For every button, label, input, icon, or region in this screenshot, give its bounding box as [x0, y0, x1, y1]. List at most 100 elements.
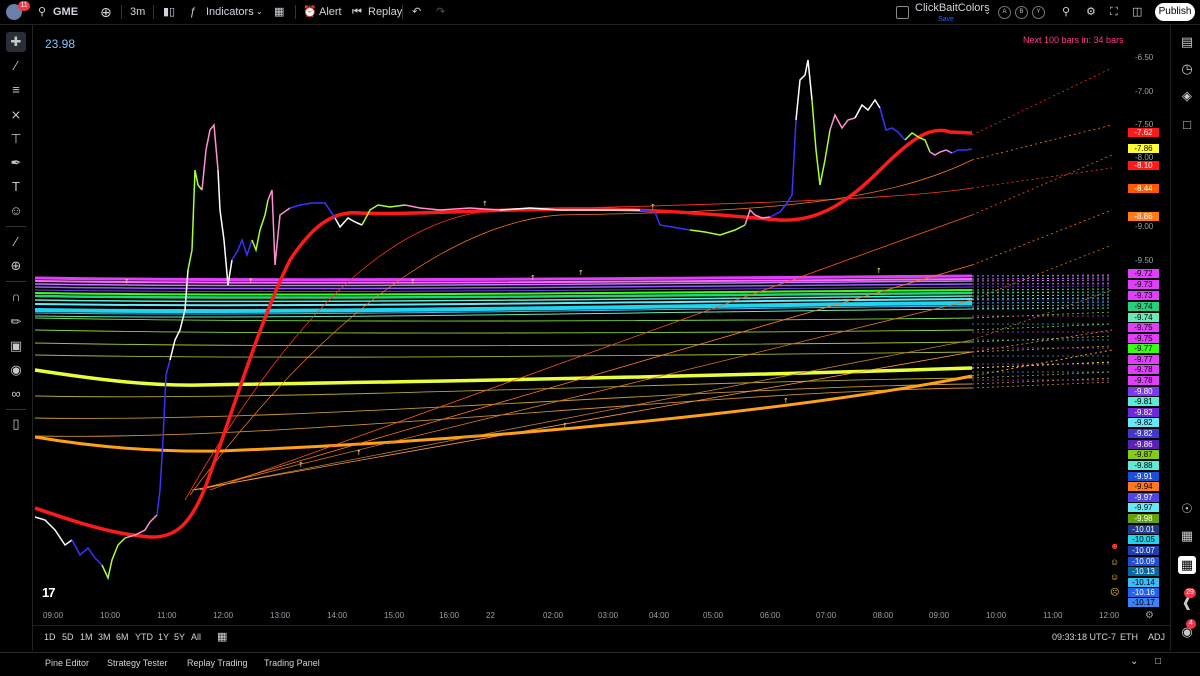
- ribbon-ma-line: [34, 341, 973, 347]
- layout-checkbox[interactable]: [896, 6, 909, 19]
- text-icon[interactable]: T: [6, 177, 26, 197]
- lock-drawing-icon[interactable]: ✏: [6, 312, 26, 332]
- emoji-icon[interactable]: ☺: [6, 201, 26, 221]
- range-3m-button[interactable]: 3M: [98, 632, 111, 642]
- alerts-clock-icon[interactable]: ◷: [1178, 60, 1196, 78]
- bottom-tab[interactable]: Replay Trading: [187, 658, 248, 668]
- zoom-in-icon[interactable]: ⊕: [6, 256, 26, 276]
- collapse-panel-icon[interactable]: ⌄: [1130, 656, 1138, 667]
- range-ytd-button[interactable]: YTD: [135, 632, 153, 642]
- time-tick-label: 09:00: [929, 611, 950, 620]
- bottom-tab[interactable]: Strategy Tester: [107, 658, 167, 668]
- range-all-button[interactable]: All: [191, 632, 201, 642]
- chat-icon[interactable]: □: [1178, 116, 1196, 134]
- red-moving-average: [34, 128, 973, 539]
- camera-icon[interactable]: ◫: [1132, 0, 1142, 24]
- candle-type-icon[interactable]: ▮▯: [163, 0, 175, 24]
- orange-moving-average: [34, 374, 973, 453]
- range-5d-button[interactable]: 5D: [62, 632, 74, 642]
- crosshair-icon[interactable]: ✚: [6, 32, 26, 52]
- alarm-clock-icon[interactable]: ⏰: [303, 0, 317, 24]
- price-label: -9.98: [1128, 514, 1159, 523]
- layers-icon[interactable]: ◈: [1178, 87, 1196, 105]
- chart-canvas[interactable]: ↑ ↑ ↑ ↑ ↑ ↑ ↑ ↑ ↑ ↑ ↑ ↑: [33, 25, 1170, 625]
- range-1d-button[interactable]: 1D: [44, 632, 56, 642]
- watchlist-icon[interactable]: ▤: [1178, 33, 1196, 51]
- diagonal-trend-line: [209, 214, 973, 491]
- chevron-down-icon[interactable]: ⌄: [984, 0, 991, 24]
- price-label: -8.10: [1128, 161, 1159, 170]
- ribbon-projection-line: [971, 285, 1113, 288]
- trend-line-icon[interactable]: ∕: [6, 56, 26, 76]
- link-icon[interactable]: ∞: [6, 384, 26, 404]
- range-6m-button[interactable]: 6M: [116, 632, 129, 642]
- bottom-tab[interactable]: Pine Editor: [45, 658, 89, 668]
- price-line-segment: [879, 107, 906, 141]
- range-5y-button[interactable]: 5Y: [174, 632, 185, 642]
- trash-icon[interactable]: ▯: [6, 414, 26, 434]
- replay-button[interactable]: Replay: [368, 0, 402, 24]
- compare-b[interactable]: B: [1015, 6, 1028, 19]
- publish-button[interactable]: Publish: [1155, 3, 1195, 21]
- fullscreen-icon[interactable]: ⛶: [1110, 0, 1118, 24]
- range-1m-button[interactable]: 1M: [80, 632, 93, 642]
- maximize-panel-icon[interactable]: □: [1155, 656, 1161, 667]
- calendar-icon[interactable]: ▦: [1178, 527, 1196, 545]
- zoom-icon[interactable]: ⚲: [1062, 0, 1070, 24]
- signal-arrow-marker: ↑: [356, 449, 362, 457]
- emoji-smile-icon: ☺: [1110, 557, 1120, 567]
- fib-icon[interactable]: ≡: [6, 80, 26, 100]
- interval-selector[interactable]: 3m: [130, 0, 145, 24]
- price-tick-label: -9.00: [1135, 222, 1154, 231]
- adjust-toggle[interactable]: ADJ: [1148, 632, 1165, 642]
- price-label: -10.07: [1128, 546, 1159, 555]
- apps-grid-icon[interactable]: ▦: [1178, 556, 1196, 574]
- compass-icon[interactable]: ☉: [1178, 500, 1196, 518]
- projection-icon[interactable]: ⊤: [6, 129, 26, 149]
- tradingview-logo: 17: [42, 585, 56, 600]
- chevron-down-icon[interactable]: ⌄: [256, 0, 263, 24]
- price-label: -9.88: [1128, 461, 1159, 470]
- price-line-segment: [201, 123, 219, 191]
- ruler-icon[interactable]: ∕: [6, 232, 26, 252]
- time-tick-label: 08:00: [873, 611, 894, 620]
- brush-icon[interactable]: ✒: [6, 153, 26, 173]
- signal-arrow-marker: ↑: [530, 274, 536, 282]
- eye-icon[interactable]: ◉: [6, 360, 26, 380]
- price-label: -7.86: [1128, 144, 1159, 153]
- diagonal-projection-line: [971, 209, 1113, 266]
- lock-icon[interactable]: ▣: [6, 336, 26, 356]
- magnet-icon[interactable]: ∩: [6, 287, 26, 307]
- axis-settings-icon[interactable]: ⚙: [1145, 610, 1154, 621]
- pattern-icon[interactable]: ⨯: [6, 105, 26, 125]
- undo-icon[interactable]: ↶: [412, 0, 421, 24]
- range-1y-button[interactable]: 1Y: [158, 632, 169, 642]
- price-line-segment: [795, 59, 813, 121]
- replay-icon[interactable]: ⏮: [352, 0, 362, 24]
- signal-arrow-marker: ↑: [248, 277, 254, 285]
- calendar-range-icon[interactable]: ▦: [217, 630, 227, 643]
- indicators-icon[interactable]: ƒ: [190, 0, 196, 24]
- price-tick-label: -9.50: [1135, 256, 1154, 265]
- add-symbol-icon[interactable]: ⊕: [100, 0, 112, 24]
- search-icon[interactable]: ⚲: [38, 0, 46, 24]
- price-line-segment: [289, 202, 336, 219]
- symbol-search[interactable]: GME: [53, 0, 78, 24]
- price-label: -9.75: [1128, 334, 1159, 343]
- clock-readout[interactable]: 09:33:18 UTC-7: [1052, 632, 1116, 642]
- gear-icon[interactable]: ⚙: [1086, 0, 1096, 24]
- indicators-button[interactable]: Indicators: [206, 0, 254, 24]
- layout-grid-icon[interactable]: ▦: [274, 0, 284, 24]
- redo-icon[interactable]: ↷: [436, 0, 445, 24]
- session-toggle[interactable]: ETH: [1120, 632, 1138, 642]
- compare-y[interactable]: Y: [1032, 6, 1045, 19]
- signal-arrow-marker: ↑: [562, 422, 568, 430]
- signal-arrow-marker: ↑: [410, 278, 416, 286]
- compare-a[interactable]: A: [998, 6, 1011, 19]
- chart-pane[interactable]: ↑ ↑ ↑ ↑ ↑ ↑ ↑ ↑ ↑ ↑ ↑ ↑ 23.98 Next 100 bars in: 34 …: [33, 25, 1170, 625]
- time-tick-label: 10:00: [986, 611, 1007, 620]
- alert-button[interactable]: Alert: [319, 0, 342, 24]
- signal-arrow-marker: ↑: [783, 397, 789, 405]
- notification-badge: 11: [18, 1, 30, 11]
- bottom-tab[interactable]: Trading Panel: [264, 658, 320, 668]
